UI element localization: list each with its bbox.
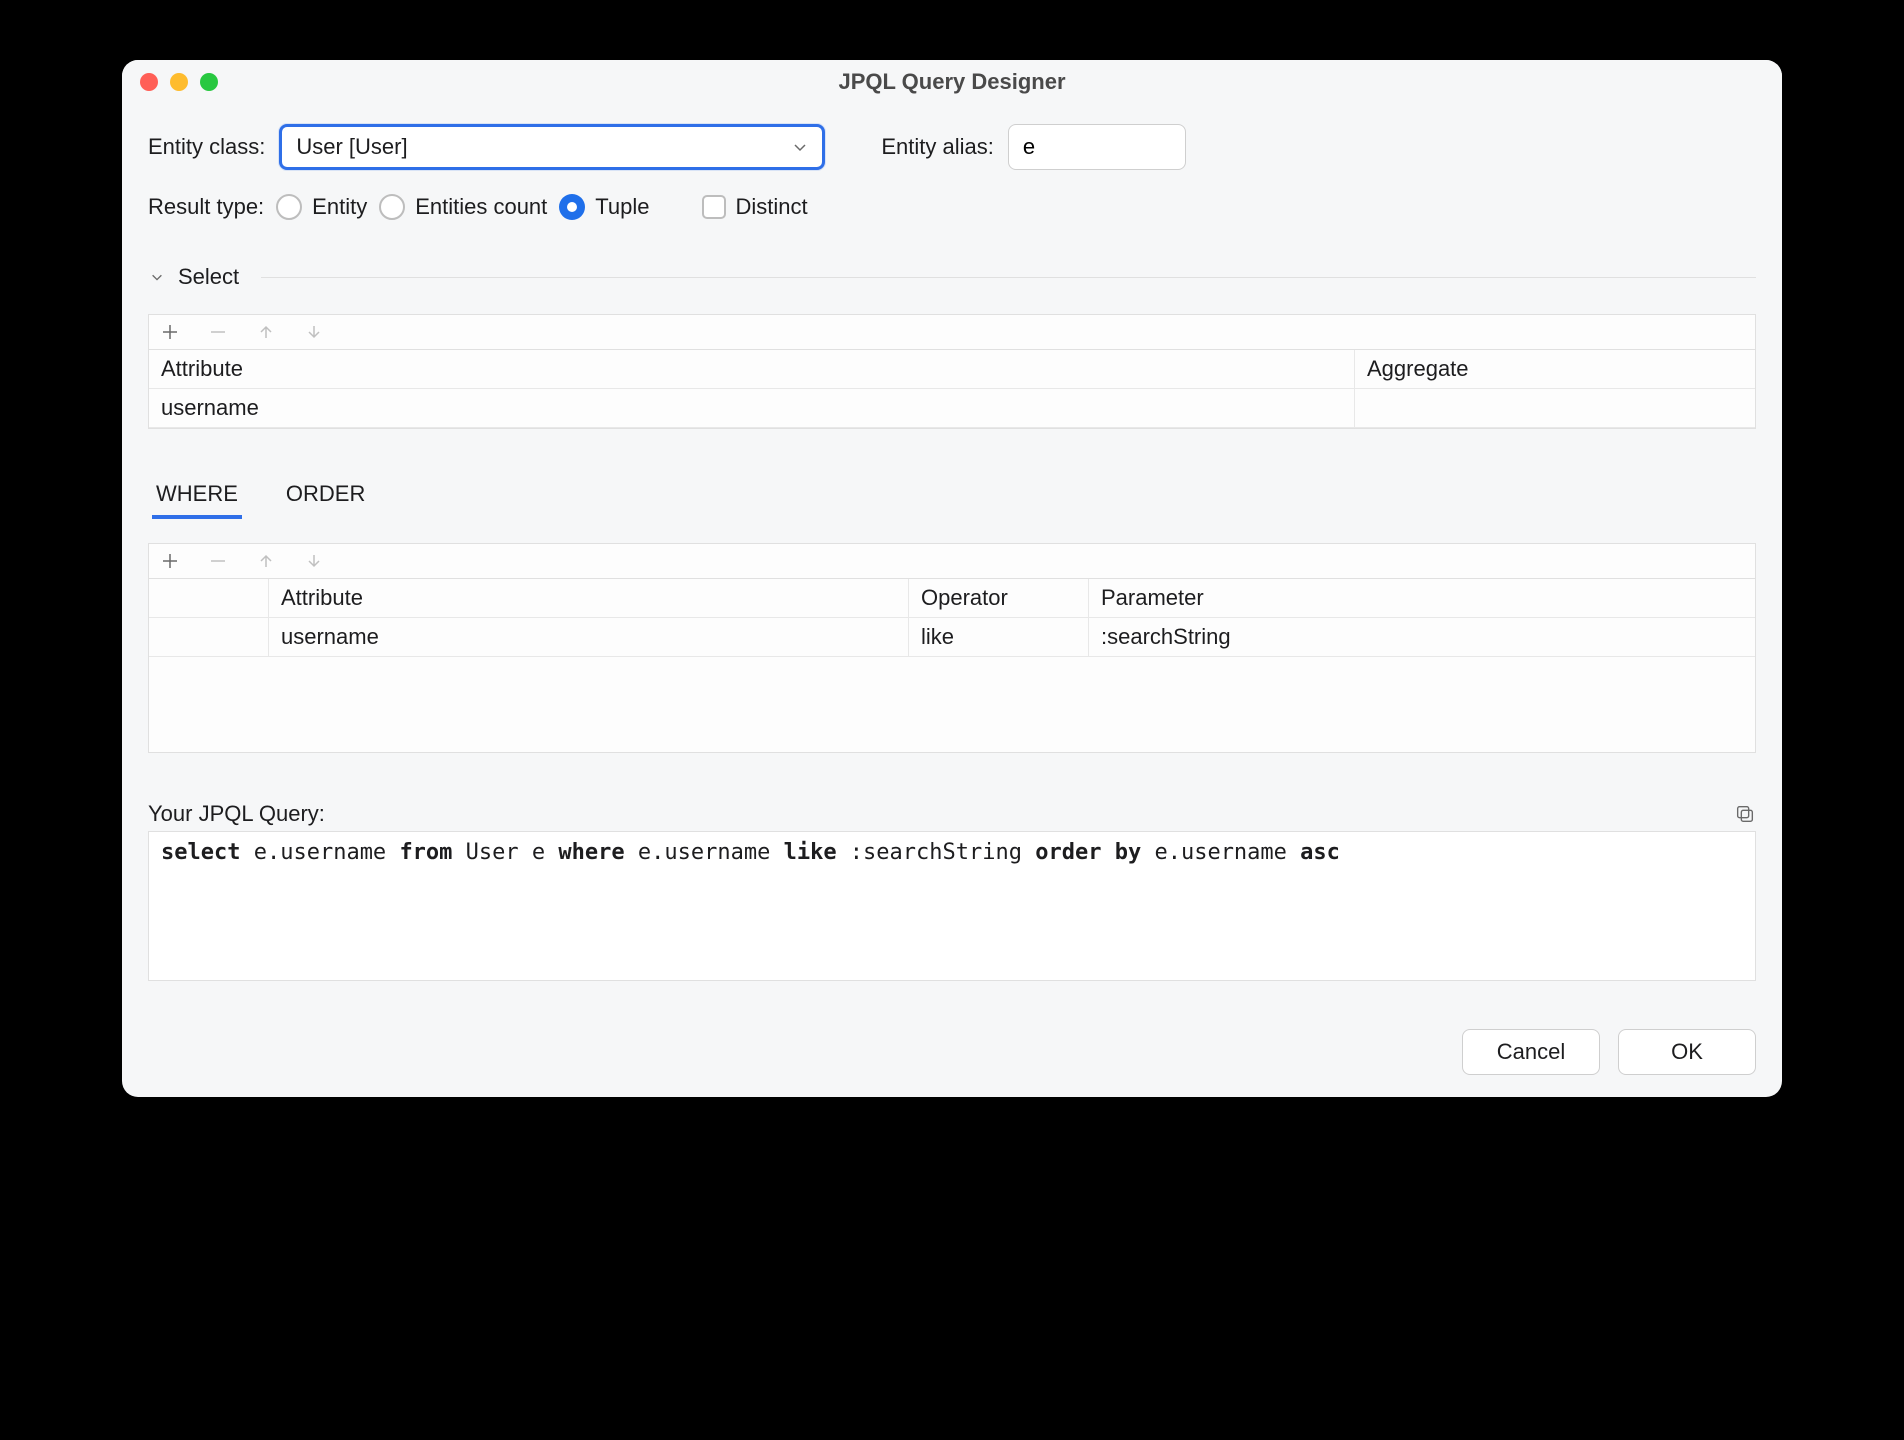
dialog-footer: Cancel OK <box>148 1029 1756 1075</box>
distinct-label: Distinct <box>736 194 808 220</box>
where-col-operator: Operator <box>909 579 1089 617</box>
result-type-entity-label: Entity <box>312 194 367 220</box>
select-col-attribute: Attribute <box>149 350 1355 388</box>
where-col-parameter: Parameter <box>1089 579 1755 617</box>
close-window-button[interactable] <box>140 73 158 91</box>
traffic-lights <box>140 73 218 91</box>
where-cell-spacer <box>149 618 269 656</box>
checkbox-icon <box>702 195 726 219</box>
add-button[interactable] <box>157 548 183 574</box>
result-type-row: Result type: Entity Entities count Tuple… <box>148 194 1756 220</box>
table-header-row: Attribute Aggregate <box>149 350 1755 389</box>
select-cell-attribute: username <box>149 389 1355 427</box>
select-table: Attribute Aggregate username <box>149 350 1755 428</box>
query-label: Your JPQL Query: <box>148 801 325 827</box>
result-type-entities-count-label: Entities count <box>415 194 547 220</box>
entity-row: Entity class: User [User] Entity alias: <box>148 124 1756 170</box>
distinct-checkbox[interactable]: Distinct <box>702 194 808 220</box>
entity-alias-input[interactable] <box>1008 124 1186 170</box>
entity-class-value: User [User] <box>296 134 407 160</box>
radio-icon <box>559 194 585 220</box>
where-col-spacer <box>149 579 269 617</box>
zoom-window-button[interactable] <box>200 73 218 91</box>
where-cell-operator: like <box>909 618 1089 656</box>
radio-icon <box>379 194 405 220</box>
remove-button[interactable] <box>205 548 231 574</box>
tab-where[interactable]: WHERE <box>152 473 242 519</box>
minimize-window-button[interactable] <box>170 73 188 91</box>
dialog-window: JPQL Query Designer Entity class: User [… <box>122 60 1782 1097</box>
where-toolbar <box>149 544 1755 579</box>
where-cell-attribute: username <box>269 618 909 656</box>
chevron-down-icon <box>148 270 166 284</box>
add-button[interactable] <box>157 319 183 345</box>
where-panel: Attribute Operator Parameter username li… <box>148 543 1756 753</box>
result-type-entity-radio[interactable]: Entity <box>276 194 367 220</box>
select-panel: Attribute Aggregate username <box>148 314 1756 429</box>
entity-class-select[interactable]: User [User] <box>279 124 825 170</box>
titlebar: JPQL Query Designer <box>122 60 1782 104</box>
query-textarea[interactable]: select e.username from User e where e.us… <box>148 831 1756 981</box>
result-type-label: Result type: <box>148 194 264 220</box>
divider <box>261 277 1756 278</box>
result-type-tuple-radio[interactable]: Tuple <box>559 194 649 220</box>
where-col-attribute: Attribute <box>269 579 909 617</box>
chevron-down-icon <box>792 139 808 155</box>
query-label-row: Your JPQL Query: <box>148 801 1756 827</box>
select-col-aggregate: Aggregate <box>1355 350 1755 388</box>
copy-icon[interactable] <box>1734 803 1756 825</box>
move-down-button[interactable] <box>301 319 327 345</box>
select-section-title: Select <box>178 264 239 290</box>
move-down-button[interactable] <box>301 548 327 574</box>
dialog-content: Entity class: User [User] Entity alias: … <box>122 104 1782 1097</box>
window-title: JPQL Query Designer <box>122 69 1782 95</box>
tab-order[interactable]: ORDER <box>282 473 369 519</box>
entity-class-label: Entity class: <box>148 134 265 160</box>
where-order-tabs: WHERE ORDER <box>148 473 1756 519</box>
where-table: Attribute Operator Parameter username li… <box>149 579 1755 657</box>
radio-icon <box>276 194 302 220</box>
select-section-header[interactable]: Select <box>148 264 1756 290</box>
where-cell-parameter: :searchString <box>1089 618 1755 656</box>
table-row[interactable]: username <box>149 389 1755 428</box>
move-up-button[interactable] <box>253 319 279 345</box>
ok-button[interactable]: OK <box>1618 1029 1756 1075</box>
entity-alias-label: Entity alias: <box>881 134 994 160</box>
select-toolbar <box>149 315 1755 350</box>
table-header-row: Attribute Operator Parameter <box>149 579 1755 618</box>
result-type-entities-count-radio[interactable]: Entities count <box>379 194 547 220</box>
select-cell-aggregate <box>1355 389 1755 427</box>
move-up-button[interactable] <box>253 548 279 574</box>
result-type-tuple-label: Tuple <box>595 194 649 220</box>
cancel-button[interactable]: Cancel <box>1462 1029 1600 1075</box>
remove-button[interactable] <box>205 319 231 345</box>
table-row[interactable]: username like :searchString <box>149 618 1755 657</box>
